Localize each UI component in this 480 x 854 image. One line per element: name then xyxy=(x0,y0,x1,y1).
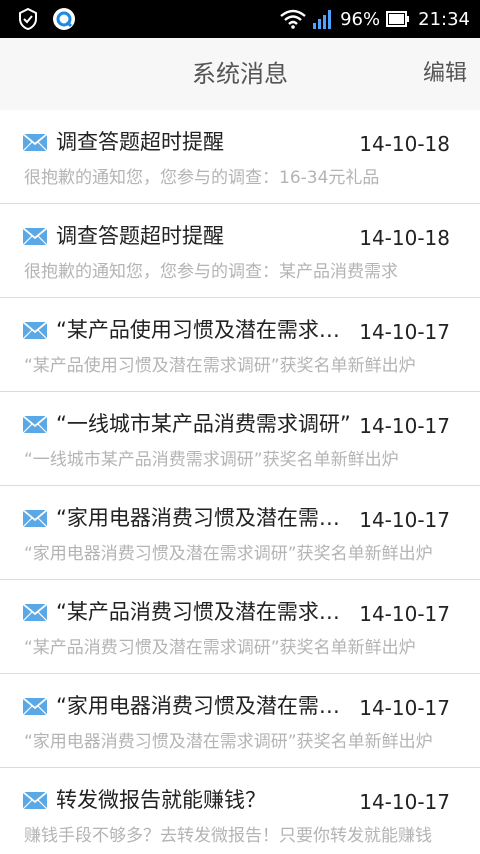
message-title: 调查答题超时提醒 xyxy=(56,130,224,154)
message-title: “一线城市某产品消费需求调研” xyxy=(56,412,351,436)
list-item[interactable]: 调查答题超时提醒 14-10-18 很抱歉的通知您，您参与的调查：16-34元礼… xyxy=(0,110,480,204)
message-preview: 很抱歉的通知您，您参与的调查：某产品消费需求 xyxy=(24,262,398,282)
envelope-icon xyxy=(22,603,48,622)
header-bar: 系统消息 编辑 xyxy=(0,38,480,110)
status-left xyxy=(16,7,76,35)
message-preview: 赚钱手段不够多？去转发微报告！只要你转发就能赚钱 xyxy=(24,826,432,846)
list-item[interactable]: “家用电器消费习惯及潜在需求调研” 14-10-17 “家用电器消费习惯及潜在需… xyxy=(0,486,480,580)
envelope-icon xyxy=(22,697,48,716)
message-date: 14-10-18 xyxy=(359,226,450,250)
status-right: 96% 21:34 xyxy=(274,0,470,38)
message-title: “某产品使用习惯及潜在需求调研” xyxy=(56,318,351,342)
message-preview: “某产品消费习惯及潜在需求调研”获奖名单新鲜出炉 xyxy=(24,638,416,658)
page-title: 系统消息 xyxy=(192,60,288,88)
status-bar: 96% 21:34 xyxy=(0,0,480,38)
envelope-icon xyxy=(22,415,48,434)
clock: 21:34 xyxy=(418,8,470,30)
envelope-icon xyxy=(22,227,48,246)
battery-percent: 96% xyxy=(340,8,381,30)
list-item[interactable]: “某产品使用习惯及潜在需求调研” 14-10-17 “某产品使用习惯及潜在需求调… xyxy=(0,298,480,392)
message-date: 14-10-17 xyxy=(359,696,450,720)
message-title: “家用电器消费习惯及潜在需求调研” xyxy=(56,694,351,718)
message-title: “家用电器消费习惯及潜在需求调研” xyxy=(56,506,351,530)
wifi-icon xyxy=(280,9,306,29)
list-item[interactable]: 调查答题超时提醒 14-10-18 很抱歉的通知您，您参与的调查：某产品消费需求 xyxy=(0,204,480,298)
message-title: 调查答题超时提醒 xyxy=(56,224,224,248)
message-date: 14-10-17 xyxy=(359,320,450,344)
notification-icon xyxy=(16,7,40,35)
message-date: 14-10-18 xyxy=(359,132,450,156)
app-icon xyxy=(52,7,76,35)
list-item[interactable]: 转发微报告就能赚钱？ 14-10-17 赚钱手段不够多？去转发微报告！只要你转发… xyxy=(0,768,480,854)
message-date: 14-10-17 xyxy=(359,508,450,532)
message-date: 14-10-17 xyxy=(359,414,450,438)
message-title: 转发微报告就能赚钱？ xyxy=(56,788,266,812)
envelope-icon xyxy=(22,791,48,810)
envelope-icon xyxy=(22,133,48,152)
message-preview: “家用电器消费习惯及潜在需求调研”获奖名单新鲜出炉 xyxy=(24,544,433,564)
envelope-icon xyxy=(22,509,48,528)
message-preview: 很抱歉的通知您，您参与的调查：16-34元礼品 xyxy=(24,168,380,188)
message-list[interactable]: 调查答题超时提醒 14-10-18 很抱歉的通知您，您参与的调查：16-34元礼… xyxy=(0,110,480,854)
message-preview: “一线城市某产品消费需求调研”获奖名单新鲜出炉 xyxy=(24,450,399,470)
envelope-icon xyxy=(22,321,48,340)
list-item[interactable]: “某产品消费习惯及潜在需求调研” 14-10-17 “某产品消费习惯及潜在需求调… xyxy=(0,580,480,674)
message-date: 14-10-17 xyxy=(359,602,450,626)
signal-icon xyxy=(312,9,334,29)
battery-icon xyxy=(386,11,410,27)
message-preview: “某产品使用习惯及潜在需求调研”获奖名单新鲜出炉 xyxy=(24,356,416,376)
list-item[interactable]: “家用电器消费习惯及潜在需求调研” 14-10-17 “家用电器消费习惯及潜在需… xyxy=(0,674,480,768)
message-preview: “家用电器消费习惯及潜在需求调研”获奖名单新鲜出炉 xyxy=(24,732,433,752)
list-item[interactable]: “一线城市某产品消费需求调研” 14-10-17 “一线城市某产品消费需求调研”… xyxy=(0,392,480,486)
edit-button[interactable]: 编辑 xyxy=(423,38,467,110)
message-date: 14-10-17 xyxy=(359,790,450,814)
message-title: “某产品消费习惯及潜在需求调研” xyxy=(56,600,351,624)
